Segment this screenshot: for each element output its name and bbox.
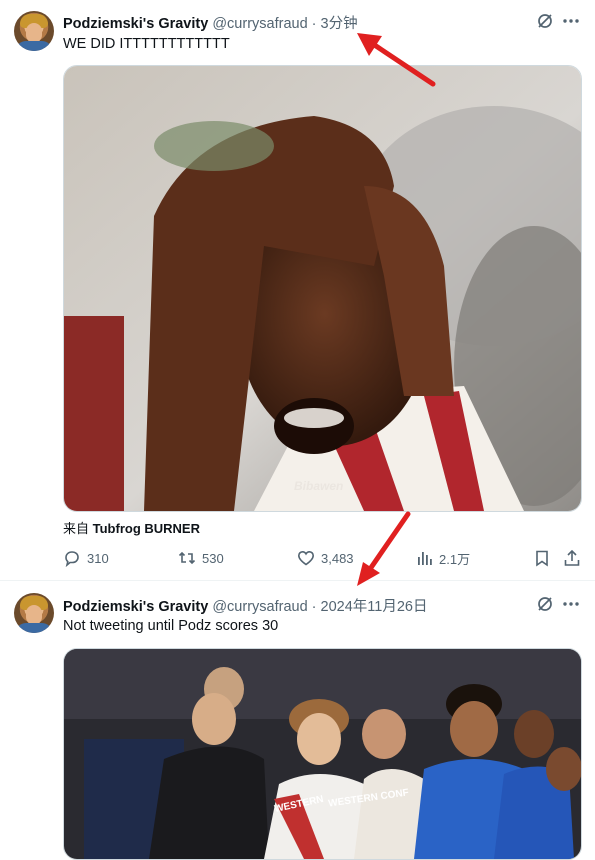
tweet-header: Podziemski's Gravity @currysafraud · 3分钟	[63, 12, 358, 33]
views-count: 2.1万	[439, 551, 471, 567]
share-button[interactable]	[563, 548, 581, 568]
grok-icon[interactable]	[536, 595, 554, 618]
avatar-face	[26, 23, 42, 43]
like-button[interactable]: 3,483	[297, 548, 354, 568]
tweet-timestamp[interactable]: 2024年11月26日	[321, 599, 428, 615]
tweet-timestamp[interactable]: 3分钟	[321, 16, 358, 32]
bookmark-button[interactable]	[533, 548, 551, 568]
avatar[interactable]	[14, 11, 54, 51]
author-name[interactable]: Podziemski's Gravity	[63, 16, 208, 32]
avatar-shirt	[16, 41, 52, 51]
media-attribution: 来自 Tubfrog BURNER	[63, 518, 200, 537]
header-separator: ·	[311, 599, 317, 615]
tweet-text: WE DID ITTTTTTTTTTTT	[63, 36, 230, 52]
author-name[interactable]: Podziemski's Gravity	[63, 599, 208, 615]
author-handle[interactable]: @currysafraud	[212, 599, 307, 615]
grok-icon[interactable]	[536, 12, 554, 35]
avatar[interactable]	[14, 593, 54, 633]
reply-count: 310	[87, 550, 109, 566]
avatar-face	[26, 605, 42, 625]
header-separator: ·	[311, 16, 317, 32]
avatar-shirt	[16, 623, 52, 633]
repost-count: 530	[202, 550, 224, 566]
media-illustration	[64, 66, 581, 511]
like-count: 3,483	[321, 550, 354, 566]
repost-button[interactable]: 530	[178, 548, 224, 568]
tweet-media-gif[interactable]: Bibawen	[63, 65, 582, 512]
tweet-actions: 310 530 3,483 2.1万	[63, 548, 583, 568]
attribution-source[interactable]: Tubfrog BURNER	[93, 521, 200, 536]
views-icon	[415, 549, 433, 567]
heart-icon	[297, 549, 315, 567]
reply-icon	[63, 549, 81, 567]
share-icon	[563, 549, 581, 567]
views-button[interactable]: 2.1万	[415, 548, 470, 568]
more-icon[interactable]	[562, 595, 580, 618]
tweet-header: Podziemski's Gravity @currysafraud · 202…	[63, 595, 427, 616]
tweet-media-image[interactable]: WESTERN WESTERN CONF	[63, 648, 582, 860]
tweet-text: Not tweeting until Podz scores 30	[63, 618, 279, 634]
repost-icon	[178, 549, 196, 567]
author-handle[interactable]: @currysafraud	[212, 16, 307, 32]
tweet-1[interactable]: Podziemski's Gravity @currysafraud · 3分钟…	[0, 0, 595, 581]
media-illustration	[64, 649, 581, 859]
bookmark-icon	[533, 549, 551, 567]
more-icon[interactable]	[562, 12, 580, 35]
reply-button[interactable]: 310	[63, 548, 109, 568]
attribution-prefix: 来自	[63, 521, 90, 536]
media-watermark: Bibawen	[294, 479, 344, 493]
tweet-2[interactable]: Podziemski's Gravity @currysafraud · 202…	[0, 581, 595, 860]
